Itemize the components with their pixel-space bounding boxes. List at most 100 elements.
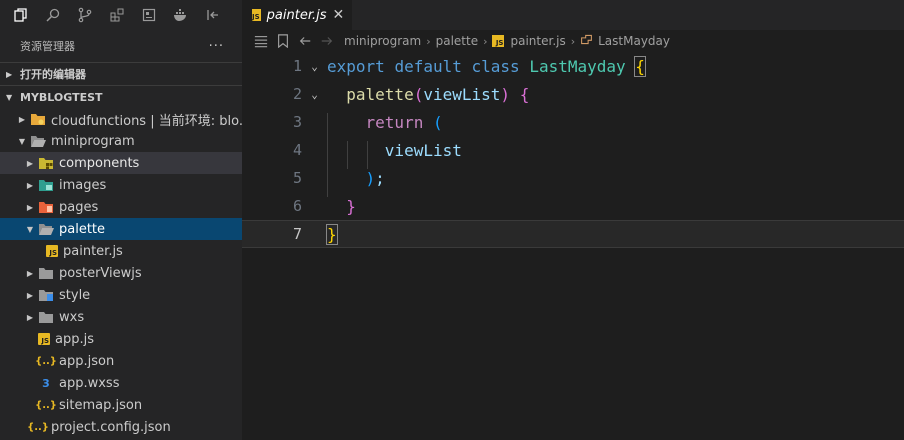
tab-bar: JS painter.js ✕	[242, 0, 904, 30]
explorer-icon[interactable]	[6, 0, 36, 30]
code-text: viewList	[327, 140, 462, 169]
source-control-icon[interactable]	[70, 0, 100, 30]
tree-item-wxs[interactable]: ▶ wxs	[0, 306, 242, 328]
folder-open-icon	[38, 222, 54, 236]
code-line: 5 );	[242, 164, 904, 197]
tree-item-label: images	[59, 177, 107, 193]
editor-area: JS painter.js ✕ miniprogram › palette › …	[242, 0, 904, 440]
js-file-icon: JS	[46, 245, 58, 257]
css-file-icon: 3	[42, 376, 50, 390]
chevron-right-icon: ▶	[26, 158, 34, 168]
chevron-down-icon: ▼	[26, 224, 34, 234]
tree-item-label: miniprogram	[51, 133, 135, 149]
chevron-right-icon: ▶	[26, 202, 34, 212]
tab-painter-js[interactable]: JS painter.js ✕	[242, 0, 352, 30]
fold-chevron-icon[interactable]: ⌄	[302, 60, 327, 73]
line-number: 3	[292, 113, 302, 131]
search-icon[interactable]	[38, 0, 68, 30]
class-symbol-icon	[580, 33, 593, 49]
explorer-header: 资源管理器 ···	[0, 30, 242, 62]
open-editors-section[interactable]: ▶ 打开的编辑器	[0, 62, 242, 85]
tree-item-app-wxss[interactable]: 3 app.wxss	[0, 372, 242, 394]
line-number: 6	[292, 197, 302, 215]
tree-item-cloudfunctions[interactable]: ▶ cloudfunctions | 当前环境: blo...	[0, 108, 242, 130]
tree-item-label: sitemap.json	[59, 397, 143, 413]
project-section[interactable]: ▼ MYBLOGTEST	[0, 85, 242, 108]
code-line: 4 viewList	[242, 136, 904, 169]
chevron-right-icon: ▶	[26, 268, 34, 278]
list-icon[interactable]	[250, 34, 272, 48]
code-line-current: 7 }	[242, 220, 904, 248]
breadcrumb-item[interactable]: painter.js	[510, 34, 565, 48]
breadcrumb-item[interactable]: miniprogram	[344, 34, 421, 48]
folder-icon	[38, 310, 54, 324]
back-arrow-icon[interactable]	[294, 34, 316, 48]
chevron-right-icon: ▶	[6, 69, 13, 79]
close-icon[interactable]: ✕	[333, 7, 345, 23]
json-file-icon: {..}	[27, 421, 49, 433]
explorer-title: 资源管理器	[20, 40, 75, 53]
code-text: palette(viewList) {	[346, 84, 530, 104]
open-editors-label: 打开的编辑器	[20, 68, 86, 81]
js-file-icon: JS	[492, 35, 505, 47]
tree-item-pages[interactable]: ▶ pages	[0, 196, 242, 218]
chevron-right-icon: ▶	[26, 180, 34, 190]
tree-item-painter-js[interactable]: JS painter.js	[0, 240, 242, 262]
chevron-down-icon: ▼	[18, 136, 26, 146]
images-folder-icon	[38, 178, 54, 192]
line-number: 7	[292, 225, 302, 243]
folder-open-icon	[30, 134, 46, 148]
tab-label: painter.js	[266, 7, 327, 23]
tree-item-label: project.config.json	[51, 419, 171, 435]
tree-item-label: app.js	[55, 331, 94, 347]
style-folder-icon	[38, 288, 54, 302]
code-line: 6 }	[242, 192, 904, 220]
activity-bar	[0, 0, 242, 30]
tree-item-palette[interactable]: ▼ palette	[0, 218, 242, 240]
more-actions-button[interactable]: ···	[209, 39, 224, 54]
code-text: }	[326, 223, 338, 245]
tree-item-images[interactable]: ▶ images	[0, 174, 242, 196]
code-editor[interactable]: 1 ⌄ export default class LastMayday { 2 …	[242, 52, 904, 440]
code-line: 1 ⌄ export default class LastMayday {	[242, 52, 904, 80]
forward-arrow-icon[interactable]	[316, 34, 338, 48]
chevron-right-icon: ›	[426, 34, 431, 48]
code-text: );	[327, 168, 385, 197]
extensions-icon[interactable]	[102, 0, 132, 30]
tree-item-label: wxs	[59, 309, 85, 325]
tree-item-project-config-json[interactable]: {..} project.config.json	[0, 416, 242, 438]
tree-item-app-js[interactable]: JS app.js	[0, 328, 242, 350]
chevron-right-icon: ▶	[26, 312, 34, 322]
line-number: 1	[292, 57, 302, 75]
tree-item-sitemap-json[interactable]: {..} sitemap.json	[0, 394, 242, 416]
tree-item-miniprogram[interactable]: ▼ miniprogram	[0, 130, 242, 152]
folder-icon	[38, 266, 54, 280]
code-line: 2 ⌄ palette(viewList) {	[242, 80, 904, 108]
tree-item-label: painter.js	[63, 243, 123, 259]
chevron-right-icon: ▶	[26, 290, 34, 300]
tree-item-label: components	[59, 155, 140, 171]
chevron-right-icon: ›	[570, 34, 576, 48]
fold-chevron-icon[interactable]: ⌄	[302, 88, 327, 101]
chevron-right-icon: ›	[483, 34, 488, 48]
line-number: 5	[292, 169, 302, 187]
breadcrumb-item[interactable]: LastMayday	[598, 34, 670, 48]
bookmark-icon[interactable]	[272, 34, 294, 48]
code-text: }	[346, 196, 356, 216]
chevron-right-icon: ▶	[18, 114, 26, 124]
tree-item-components[interactable]: ▶ components	[0, 152, 242, 174]
json-file-icon: {..}	[35, 355, 57, 367]
tree-item-posterviewjs[interactable]: ▶ posterViewjs	[0, 262, 242, 284]
tree-item-style[interactable]: ▶ style	[0, 284, 242, 306]
docker-icon[interactable]	[166, 0, 196, 30]
tree-item-app-json[interactable]: {..} app.json	[0, 350, 242, 372]
code-line: 3 return (	[242, 108, 904, 141]
tree-item-label: cloudfunctions | 当前环境: blo...	[51, 113, 242, 129]
breadcrumb-item[interactable]: palette	[436, 34, 478, 48]
tree-item-label: posterViewjs	[59, 265, 142, 281]
collapse-panel-icon[interactable]	[198, 0, 228, 30]
js-file-icon: JS	[252, 9, 261, 21]
tree-item-label: style	[59, 287, 91, 303]
cloud-dev-icon[interactable]	[134, 0, 164, 30]
chevron-down-icon: ▼	[6, 92, 13, 102]
